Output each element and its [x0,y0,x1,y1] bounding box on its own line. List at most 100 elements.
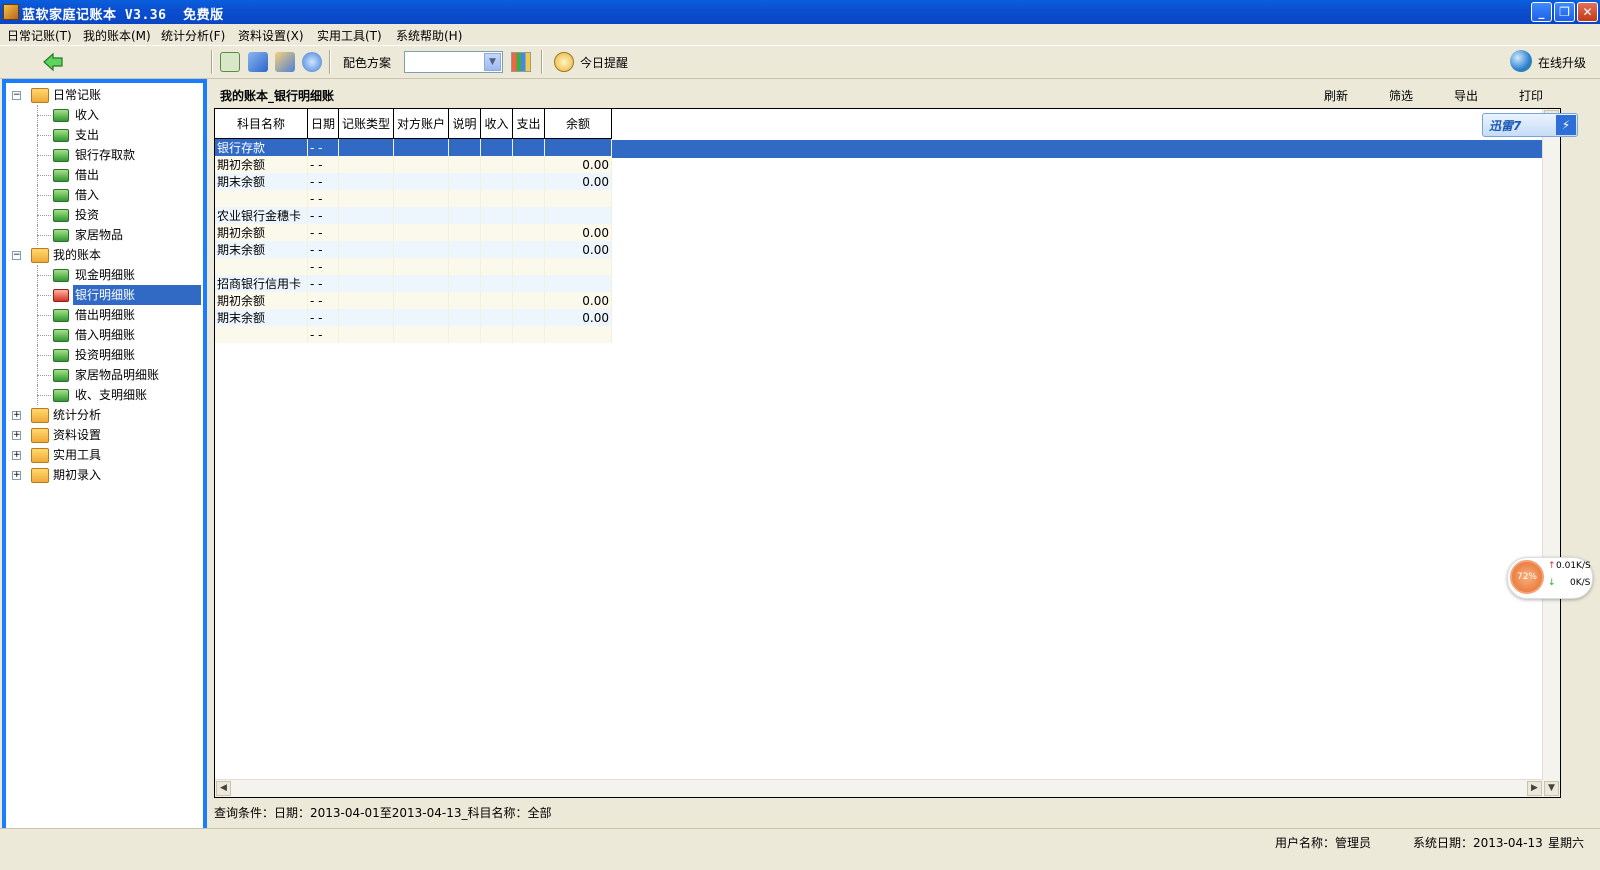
alarm-clock-icon[interactable] [554,52,574,72]
cell-counter-account [393,292,449,309]
filter-button[interactable]: 筛选 [1389,87,1413,104]
book-icon [53,269,69,282]
table-row[interactable]: - - [215,258,612,275]
table-row[interactable]: 期初余额 - - 0.00 [215,156,612,173]
tree-item-expense[interactable]: 支出 [6,125,201,145]
tree-item-borrow-ledger[interactable]: 借入明细账 [6,325,201,345]
scroll-right-icon[interactable]: ▶ [1527,781,1542,796]
tree-item-invest-ledger[interactable]: 投资明细账 [6,345,201,365]
minimize-button[interactable]: _ [1531,2,1552,22]
cell-date: - - [307,326,339,343]
menu-settings[interactable]: 资料设置(X) [238,27,304,44]
tree-item-lend-ledger[interactable]: 借出明细账 [6,305,201,325]
tree-item-bank-ledger[interactable]: 银行明细账 [6,285,201,305]
cell-note [448,138,481,156]
tree-item-label: 投资明细账 [75,348,136,362]
table-row[interactable]: 期初余额 - - 0.00 [215,224,612,241]
table-row[interactable]: 银行存款 - - [215,138,612,156]
menu-help[interactable]: 系统帮助(H) [396,27,462,44]
tree-group-settings[interactable]: + 资料设置 [6,425,201,445]
close-button[interactable]: ✕ [1577,2,1598,22]
edit-icon[interactable] [275,52,295,72]
menu-ledger[interactable]: 我的账本(M) [83,27,151,44]
horizontal-scrollbar[interactable]: ◀ ▶ [215,779,1543,797]
menu-bar: 日常记账(T) 我的账本(M) 统计分析(F) 资料设置(X) 实用工具(T) … [0,24,1600,44]
clock-icon[interactable] [302,52,322,72]
back-arrow-button[interactable] [42,52,64,72]
scroll-left-icon[interactable]: ◀ [216,781,231,796]
table-row[interactable]: 农业银行金穗卡 - - [215,207,612,224]
globe-icon[interactable] [1510,50,1532,72]
column-header-date[interactable]: 日期 [307,109,339,139]
tree-group-ledger[interactable]: − 我的账本 [6,245,201,265]
close-icon: ✕ [1582,5,1593,19]
table-row[interactable]: 期末余额 - - 0.00 [215,241,612,258]
color-scheme-select[interactable]: ▼ [404,51,503,73]
tree-connector [37,165,38,185]
xunlei-badge[interactable]: 迅雷7 ⚡ [1482,113,1578,137]
expand-icon[interactable]: + [12,411,21,420]
folder-icon [31,248,49,263]
collapse-icon[interactable]: − [12,91,21,100]
menu-tools[interactable]: 实用工具(T) [317,27,382,44]
print-button[interactable]: 打印 [1519,87,1543,104]
scroll-down-icon[interactable]: ▼ [1544,781,1559,796]
tree-item-cash-ledger[interactable]: 现金明细账 [6,265,201,285]
tree-group-statistics[interactable]: + 统计分析 [6,405,201,425]
network-speed-widget[interactable]: 72% ↑ 0.01K/S ↓ 0K/S [1507,557,1593,599]
column-header-note[interactable]: 说明 [448,109,481,139]
tree-group-opening[interactable]: + 期初录入 [6,465,201,485]
column-header-income[interactable]: 收入 [480,109,513,139]
chevron-down-icon[interactable]: ▼ [484,53,501,71]
expand-icon[interactable]: + [12,471,21,480]
ledger-grid: 科目名称 日期 记账类型 对方账户 说明 收入 支出 余额 银行存款 - - 期初余额 - -0.0… [214,108,1561,798]
today-reminder-button[interactable]: 今日提醒 [580,54,628,71]
calculator-icon[interactable] [220,52,240,72]
collapse-icon[interactable]: − [12,251,21,260]
export-button[interactable]: 导出 [1454,87,1478,104]
tree-item-invest[interactable]: 投资 [6,205,201,225]
tree-group-label: 日常记账 [53,88,102,102]
book-icon [53,389,69,402]
online-upgrade-button[interactable]: 在线升级 [1538,54,1586,71]
column-header-entry-type[interactable]: 记账类型 [338,109,394,139]
column-header-balance[interactable]: 余额 [544,109,612,139]
lightning-icon: ⚡ [1556,115,1576,135]
menu-daily[interactable]: 日常记账(T) [7,27,72,44]
tree-item-borrow[interactable]: 借入 [6,185,201,205]
tree-group-tools[interactable]: + 实用工具 [6,445,201,465]
cell-balance [544,138,612,156]
book-icon [53,209,69,222]
table-row[interactable]: - - [215,326,612,343]
tree-item-income-expense-ledger[interactable]: 收、支明细账 [6,385,201,405]
cell-income [480,309,513,326]
vertical-scrollbar[interactable]: ▲ ▼ [1542,109,1560,797]
table-row[interactable]: 期初余额 - - 0.00 [215,292,612,309]
tree-item-label: 借出明细账 [75,308,136,322]
table-row[interactable]: 期末余额 - - 0.00 [215,173,612,190]
tree-item-household[interactable]: 家居物品 [6,225,201,245]
tree-item-lend[interactable]: 借出 [6,165,201,185]
tree-item-bank-deposit[interactable]: 银行存取款 [6,145,201,165]
table-row[interactable]: - - [215,190,612,207]
column-header-expense[interactable]: 支出 [512,109,545,139]
cell-balance: 0.00 [544,309,612,326]
cell-counter-account [393,224,449,241]
tree-item-household-ledger[interactable]: 家居物品明细账 [6,365,201,385]
palette-icon[interactable] [511,52,531,72]
maximize-button[interactable]: ❐ [1554,2,1575,22]
column-header-counter-account[interactable]: 对方账户 [393,109,449,139]
column-header-account-name[interactable]: 科目名称 [215,109,308,139]
notebook-icon[interactable] [248,52,268,72]
xunlei-label: 迅雷7 [1489,119,1522,133]
expand-icon[interactable]: + [12,451,21,460]
query-conditions: 查询条件：日期：2013-04-01至2013-04-13_科目名称：全部 [214,806,552,820]
table-row[interactable]: 期末余额 - - 0.00 [215,309,612,326]
toolbar-separator [329,50,331,74]
menu-statistics[interactable]: 统计分析(F) [161,27,225,44]
table-row[interactable]: 招商银行信用卡 - - [215,275,612,292]
expand-icon[interactable]: + [12,431,21,440]
tree-item-income[interactable]: 收入 [6,105,201,125]
refresh-button[interactable]: 刷新 [1324,87,1348,104]
tree-group-daily[interactable]: − 日常记账 [6,85,201,105]
